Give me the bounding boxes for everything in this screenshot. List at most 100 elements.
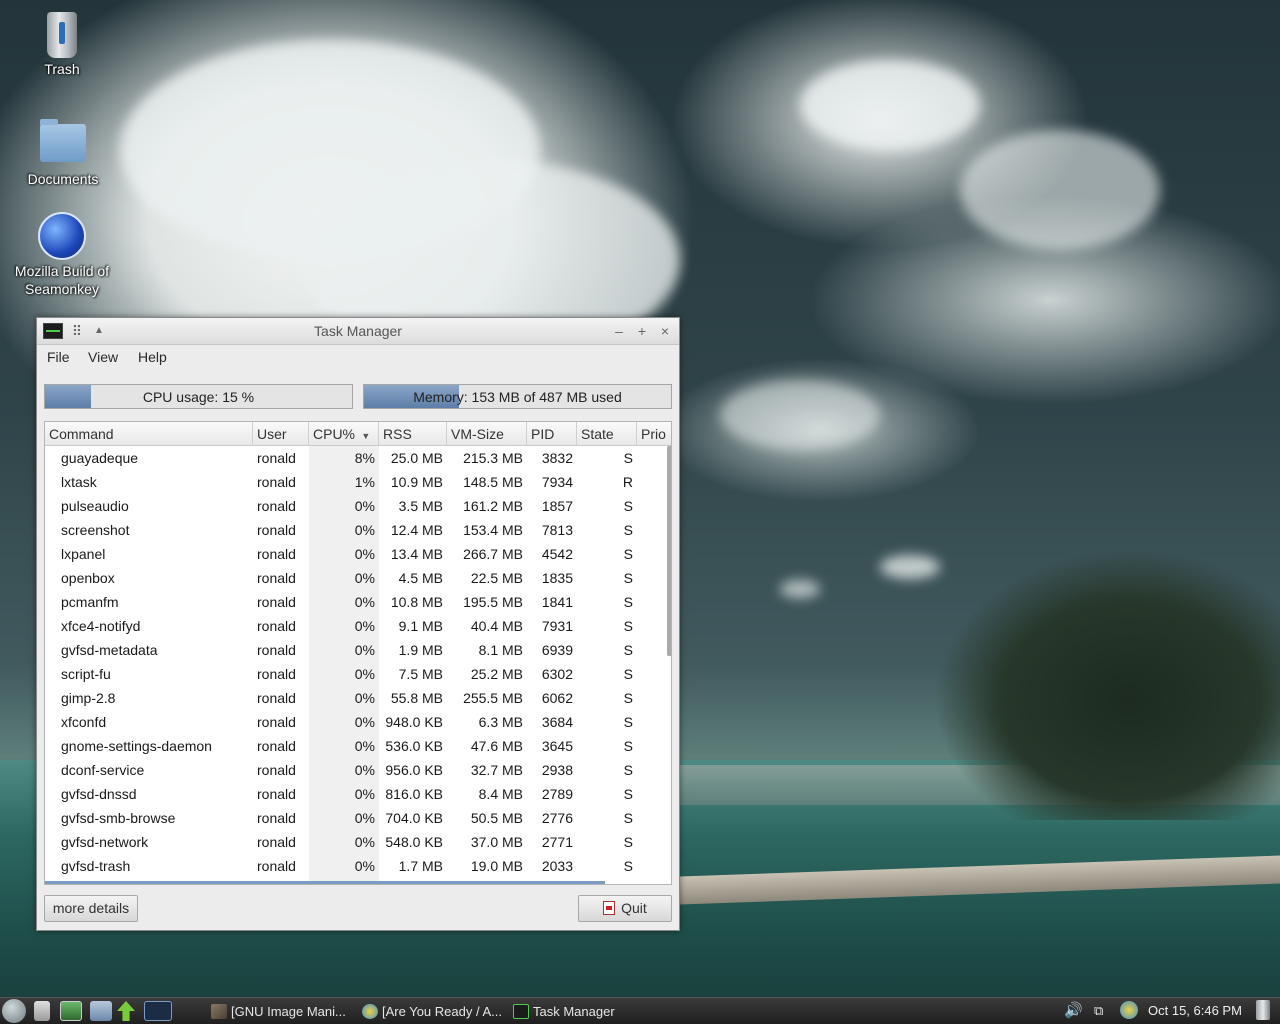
table-row[interactable]: guayadeque ronald 8% 25.0 MB 215.3 MB 3832 S [45,446,671,470]
taskbar-task-guayadeque[interactable]: [Are You Ready / A... [358,1000,508,1023]
cell-command: gnome-settings-daemon [61,738,212,754]
vertical-scrollbar[interactable] [667,446,671,656]
table-row[interactable]: gvfsd-dnssd ronald 0% 816.0 KB 8.4 MB 2789 S [45,782,671,806]
table-row[interactable]: script-fu ronald 0% 7.5 MB 25.2 MB 6302 S [45,662,671,686]
table-row[interactable]: xfconfd ronald 0% 948.0 KB 6.3 MB 3684 S [45,710,671,734]
desktop-pager-icon[interactable] [144,1001,172,1021]
network-icon[interactable]: ⧉ [1094,1001,1103,1021]
cell-cpu: 0% [354,714,375,730]
cell-pid: 6939 [541,642,573,658]
cell-command: xfce4-notifyd [61,618,141,634]
column-header-pid[interactable]: PID [527,422,577,446]
cell-rss: 536.0 KB [385,738,443,754]
column-header-state[interactable]: State [577,422,637,446]
cell-user: ronald [257,810,296,826]
desktop-icon-label: Trash [44,61,80,77]
cell-command: lxpanel [61,546,106,562]
cell-rss: 13.4 MB [390,546,443,562]
cell-vm-size: 161.2 MB [463,498,523,514]
menu-help[interactable]: Help [138,349,167,365]
cell-state: S [623,738,633,754]
cell-vm-size: 195.5 MB [463,594,523,610]
table-row[interactable]: xfce4-notifyd ronald 0% 9.1 MB 40.4 MB 7931 S [45,614,671,638]
table-row[interactable]: dconf-service ronald 0% 956.0 KB 32.7 MB 2938… [45,758,671,782]
process-rows: guayadeque ronald 8% 25.0 MB 215.3 MB 3832 Slx… [45,446,671,878]
cell-pid: 4542 [541,546,573,562]
file-manager-icon[interactable] [34,1001,50,1021]
column-header-cpu[interactable]: CPU% ▼ [309,422,379,446]
table-row[interactable]: pcmanfm ronald 0% 10.8 MB 195.5 MB 1841 S [45,590,671,614]
table-row[interactable]: gvfsd-smb-browse ronald 0% 704.0 KB 50.5 MB 2… [45,806,671,830]
cell-rss: 956.0 KB [385,762,443,778]
desktop-icon-seamonkey[interactable]: Mozilla Build of Seamonkey [7,212,117,298]
cell-command: xfconfd [61,714,107,730]
cell-rss: 7.5 MB [398,666,443,682]
table-row[interactable]: gnome-settings-daemon ronald 0% 536.0 KB 47.… [45,734,671,758]
table-row[interactable]: openbox ronald 0% 4.5 MB 22.5 MB 1835 S [45,566,671,590]
column-header-user[interactable]: User [253,422,309,446]
desktop-icon-label: Mozilla Build of Seamonkey [14,263,110,297]
cell-state: S [623,618,633,634]
cell-user: ronald [257,522,296,538]
more-details-button[interactable]: more details [44,895,138,922]
memory-usage-meter: Memory: 153 MB of 487 MB used [363,384,672,409]
minimize-button[interactable]: – [611,322,627,340]
cell-command: gimp-2.8 [61,690,116,706]
cell-pid: 2771 [541,834,573,850]
cell-user: ronald [257,690,296,706]
cell-rss: 704.0 KB [385,810,443,826]
table-row[interactable]: pulseaudio ronald 0% 3.5 MB 161.2 MB 1857 S [45,494,671,518]
trash-tray-icon[interactable] [1256,1000,1270,1020]
cell-cpu: 0% [354,810,375,826]
cell-vm-size: 6.3 MB [478,714,523,730]
table-row[interactable]: gvfsd-trash ronald 0% 1.7 MB 19.0 MB 2033 S [45,854,671,878]
upload-arrow-icon[interactable] [117,1001,135,1021]
table-row[interactable]: lxtask ronald 1% 10.9 MB 148.5 MB 7934 R [45,470,671,494]
guayadeque-tray-icon[interactable] [1120,1001,1138,1019]
column-header-prio[interactable]: Prio [637,422,671,446]
cell-rss: 816.0 KB [385,786,443,802]
cell-vm-size: 47.6 MB [470,738,523,754]
desktop-icon-documents[interactable]: Documents [8,119,118,188]
task-manager-window[interactable]: ⠿ ▲ Task Manager – + × File View Help CP… [36,317,680,931]
close-button[interactable]: × [657,322,673,340]
quit-label: Quit [621,900,647,916]
menu-view[interactable]: View [88,349,118,365]
table-row[interactable]: lxpanel ronald 0% 13.4 MB 266.7 MB 4542 S [45,542,671,566]
cell-state: S [623,810,633,826]
cell-command: pcmanfm [61,594,119,610]
table-row[interactable]: gvfsd-network ronald 0% 548.0 KB 37.0 MB 2771… [45,830,671,854]
maximize-button[interactable]: + [634,322,650,340]
cell-pid: 1857 [541,498,573,514]
cell-state: S [623,714,633,730]
clock[interactable]: Oct 15, 6:46 PM [1148,1001,1242,1021]
cell-state: S [623,690,633,706]
cell-rss: 3.5 MB [398,498,443,514]
desktop-icon-trash[interactable]: Trash [7,12,117,78]
start-menu-icon[interactable] [2,999,26,1023]
horizontal-scrollbar[interactable] [45,881,605,884]
cell-cpu: 0% [354,666,375,682]
cell-state: S [623,834,633,850]
table-row[interactable]: gvfsd-metadata ronald 0% 1.9 MB 8.1 MB 6939 S [45,638,671,662]
taskbar-task-task-manager[interactable]: Task Manager [509,1000,659,1023]
column-header-vm-size[interactable]: VM-Size [447,422,527,446]
windows-icon[interactable] [90,1001,112,1021]
sort-descending-icon: ▼ [358,431,371,441]
table-row[interactable]: gimp-2.8 ronald 0% 55.8 MB 255.5 MB 6062 S [45,686,671,710]
menu-file[interactable]: File [47,349,70,365]
cell-command: gvfsd-metadata [61,642,158,658]
trash-icon [47,12,77,58]
column-header-command[interactable]: Command [45,422,253,446]
quit-button[interactable]: Quit [578,895,672,922]
cell-rss: 12.4 MB [390,522,443,538]
taskbar-task-gimp[interactable]: [GNU Image Mani... [207,1000,355,1023]
volume-icon[interactable]: 🔊 [1064,1001,1083,1021]
column-header-rss[interactable]: RSS [379,422,447,446]
process-list[interactable]: Command User CPU% ▼ RSS VM-Size PID Stat… [44,421,672,885]
cell-pid: 3832 [541,450,573,466]
taskbar-task-label: Task Manager [533,1004,615,1019]
table-row[interactable]: screenshot ronald 0% 12.4 MB 153.4 MB 7813 S [45,518,671,542]
monitor-icon[interactable] [60,1001,82,1021]
title-bar[interactable]: ⠿ ▲ Task Manager – + × [37,318,679,345]
